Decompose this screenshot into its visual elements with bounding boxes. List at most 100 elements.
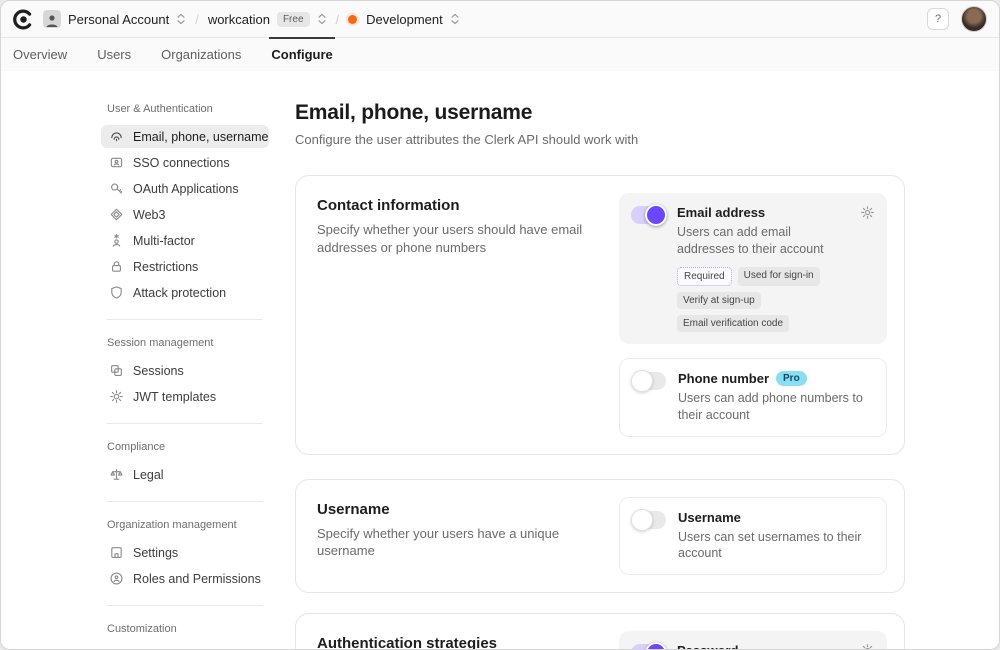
email-address-toggle[interactable] bbox=[631, 206, 665, 224]
tab-overview[interactable]: Overview bbox=[13, 38, 67, 71]
password-settings-gear-icon[interactable] bbox=[860, 643, 875, 650]
lock-icon bbox=[109, 259, 124, 274]
tab-users[interactable]: Users bbox=[97, 38, 131, 71]
username-toggle[interactable] bbox=[632, 511, 666, 529]
card-title: Contact information bbox=[317, 197, 601, 214]
chevron-updown-icon bbox=[450, 12, 460, 26]
sidebar-item-attack-protection[interactable]: Attack protection bbox=[101, 281, 269, 304]
top-bar: Personal Account / workcation Free / Dev… bbox=[1, 1, 999, 38]
sidebar-item-account-portal[interactable]: Account Portal bbox=[101, 645, 269, 650]
panel-description: Users can add phone numbers to their acc… bbox=[678, 390, 874, 424]
shield-icon bbox=[109, 285, 124, 300]
section-label-session-management: Session management bbox=[107, 337, 269, 349]
sidebar: User & Authentication Email, phone, user… bbox=[101, 101, 269, 650]
sidebar-item-label: Roles and Permissions bbox=[133, 572, 261, 586]
tab-bar: Overview Users Organizations Configure bbox=[1, 38, 999, 71]
contact-information-card: Contact information Specify whether your… bbox=[295, 175, 905, 455]
tab-configure[interactable]: Configure bbox=[271, 38, 332, 71]
section-label-customization: Customization bbox=[107, 623, 269, 635]
gear-icon bbox=[109, 389, 124, 404]
person-avatar-icon bbox=[43, 10, 61, 28]
panel-description: Users can set usernames to their account bbox=[678, 529, 874, 563]
sidebar-item-label: Restrictions bbox=[133, 260, 198, 274]
section-label-organization-management: Organization management bbox=[107, 519, 269, 531]
help-button[interactable]: ? bbox=[927, 8, 949, 30]
plan-badge: Free bbox=[277, 12, 310, 27]
roles-icon bbox=[109, 571, 124, 586]
chevron-updown-icon bbox=[176, 12, 186, 26]
sidebar-item-legal[interactable]: Legal bbox=[101, 463, 269, 486]
breadcrumb-separator: / bbox=[195, 12, 199, 27]
sidebar-item-sessions[interactable]: Sessions bbox=[101, 359, 269, 382]
badge-required: Required bbox=[677, 267, 732, 286]
pro-badge: Pro bbox=[776, 371, 807, 386]
environment-switcher[interactable]: Development bbox=[348, 12, 460, 27]
panel-title: Phone number bbox=[678, 371, 769, 386]
account-switcher[interactable]: Personal Account bbox=[43, 10, 186, 28]
sidebar-item-sso-connections[interactable]: SSO connections bbox=[101, 151, 269, 174]
chevron-updown-icon bbox=[317, 12, 327, 26]
multi-factor-icon bbox=[109, 233, 124, 248]
sidebar-item-email-phone-username[interactable]: Email, phone, username bbox=[101, 125, 269, 148]
page-title: Email, phone, username bbox=[295, 101, 905, 125]
env-dot-icon bbox=[348, 15, 357, 24]
sidebar-item-roles-permissions[interactable]: Roles and Permissions bbox=[101, 567, 269, 590]
username-card: Username Specify whether your users have… bbox=[295, 479, 905, 594]
phone-number-panel: Phone number Pro Users can add phone num… bbox=[619, 358, 887, 437]
card-title: Username bbox=[317, 501, 601, 518]
sidebar-item-jwt-templates[interactable]: JWT templates bbox=[101, 385, 269, 408]
sessions-icon bbox=[109, 363, 124, 378]
sidebar-divider bbox=[107, 501, 263, 502]
password-toggle[interactable] bbox=[631, 644, 665, 650]
panel-title: Password bbox=[677, 643, 738, 650]
card-description: Specify whether your users should have e… bbox=[317, 221, 597, 256]
breadcrumb-separator: / bbox=[336, 12, 340, 27]
sidebar-item-label: SSO connections bbox=[133, 156, 230, 170]
fingerprint-icon bbox=[109, 129, 124, 144]
page-subtitle: Configure the user attributes the Clerk … bbox=[295, 132, 905, 147]
sidebar-item-label: JWT templates bbox=[133, 390, 216, 404]
application-switcher[interactable]: workcation Free bbox=[208, 12, 327, 27]
sidebar-item-org-settings[interactable]: Settings bbox=[101, 541, 269, 564]
sidebar-item-label: Settings bbox=[133, 546, 178, 560]
application-name: workcation bbox=[208, 12, 270, 27]
phone-number-toggle[interactable] bbox=[632, 372, 666, 390]
section-label-compliance: Compliance bbox=[107, 441, 269, 453]
sidebar-divider bbox=[107, 605, 263, 606]
sidebar-item-label: Attack protection bbox=[133, 286, 226, 300]
web3-diamond-icon bbox=[109, 207, 124, 222]
card-description: Specify whether your users have a unique… bbox=[317, 525, 601, 560]
email-address-panel: Email address Users can add email addres… bbox=[619, 193, 887, 344]
panel-title: Username bbox=[678, 510, 741, 525]
sidebar-item-restrictions[interactable]: Restrictions bbox=[101, 255, 269, 278]
main-content: Email, phone, username Configure the use… bbox=[295, 101, 905, 650]
panel-title: Email address bbox=[677, 205, 765, 220]
account-name: Personal Account bbox=[68, 12, 169, 27]
sidebar-item-web3[interactable]: Web3 bbox=[101, 203, 269, 226]
user-avatar[interactable] bbox=[961, 6, 987, 32]
clerk-logo-icon[interactable] bbox=[13, 9, 34, 30]
sidebar-item-oauth-applications[interactable]: OAuth Applications bbox=[101, 177, 269, 200]
authentication-strategies-card: Authentication strategies Select the aut… bbox=[295, 613, 905, 650]
id-card-icon bbox=[109, 155, 124, 170]
tab-organizations[interactable]: Organizations bbox=[161, 38, 241, 71]
password-panel: Password Users can sign in with a passwo… bbox=[619, 631, 887, 650]
sidebar-item-label: Multi-factor bbox=[133, 234, 195, 248]
applications-icon bbox=[109, 181, 124, 196]
sidebar-item-multi-factor[interactable]: Multi-factor bbox=[101, 229, 269, 252]
username-panel: Username Users can set usernames to thei… bbox=[619, 497, 887, 576]
badge-email-verification-code: Email verification code bbox=[677, 315, 789, 332]
sidebar-divider bbox=[107, 423, 263, 424]
badge-verify-at-sign-up: Verify at sign-up bbox=[677, 292, 761, 309]
email-settings-gear-icon[interactable] bbox=[860, 205, 875, 220]
sidebar-divider bbox=[107, 319, 263, 320]
sidebar-item-label: Email, phone, username bbox=[133, 130, 269, 144]
email-badges: Required Used for sign-in Verify at sign… bbox=[677, 267, 848, 332]
org-settings-icon bbox=[109, 545, 124, 560]
clerk-dashboard-window: Personal Account / workcation Free / Dev… bbox=[0, 0, 1000, 650]
environment-name: Development bbox=[366, 12, 443, 27]
section-label-user-authentication: User & Authentication bbox=[107, 103, 269, 115]
sidebar-item-label: Sessions bbox=[133, 364, 184, 378]
sidebar-item-label: Web3 bbox=[133, 208, 165, 222]
legal-scale-icon bbox=[109, 467, 124, 482]
